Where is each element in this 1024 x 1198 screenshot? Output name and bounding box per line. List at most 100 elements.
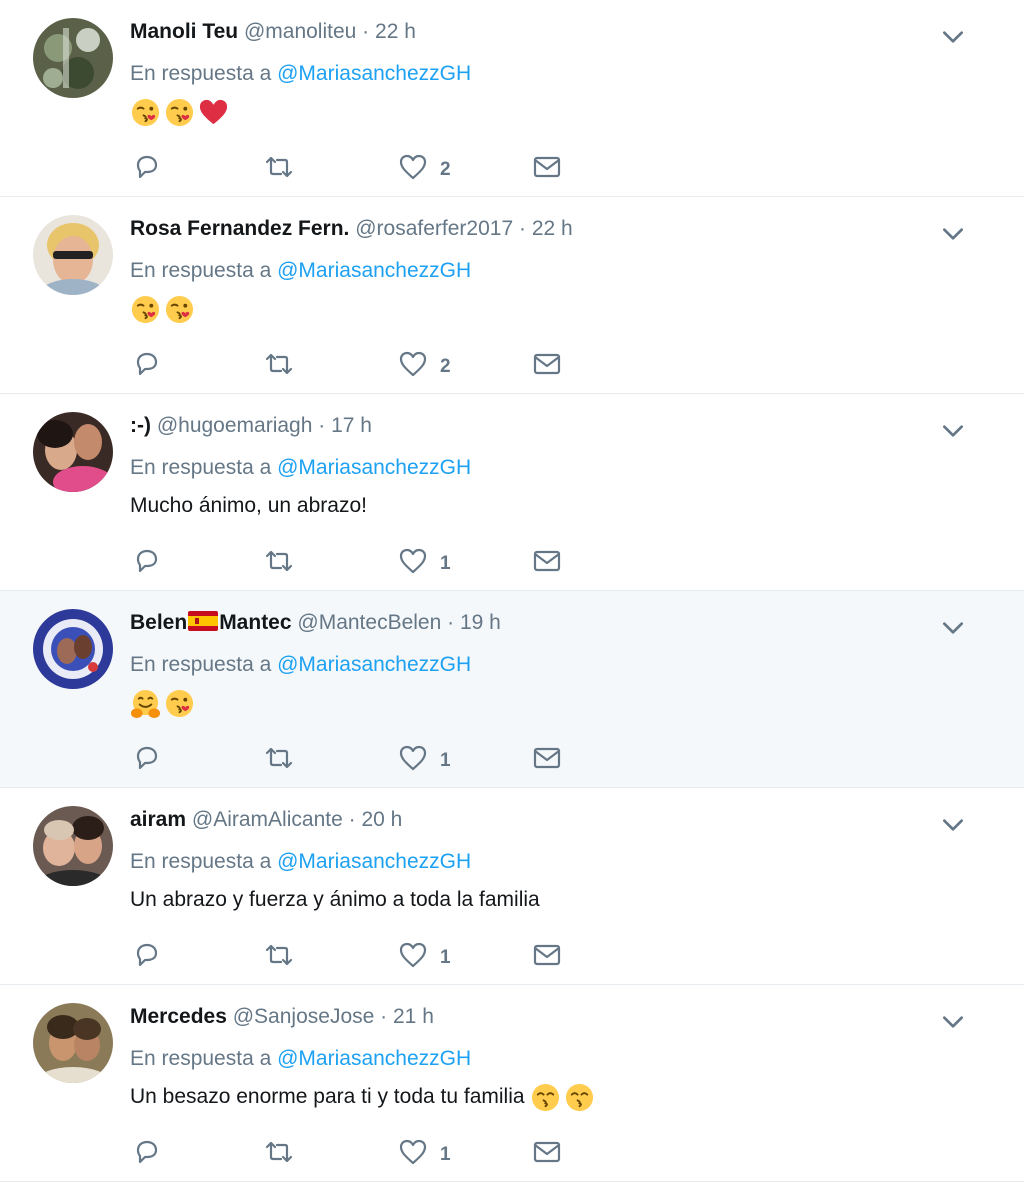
separator-dot: · (318, 414, 326, 437)
heart-icon (399, 351, 427, 377)
like-button[interactable]: 1 (398, 545, 451, 577)
timestamp[interactable]: 21 h (393, 1005, 434, 1028)
avatar[interactable] (33, 18, 113, 98)
retweet-button[interactable] (264, 939, 294, 971)
envelope-icon (533, 156, 561, 178)
hugging-face-icon (130, 689, 161, 718)
avatar[interactable] (33, 609, 113, 689)
reply-context: En respuesta a @MariasanchezzGH (130, 1045, 471, 1073)
timestamp[interactable]: 20 h (361, 808, 402, 831)
like-count: 1 (440, 750, 451, 771)
red-heart-icon (199, 99, 228, 125)
reply-icon (136, 746, 158, 770)
chevron-down-icon[interactable] (940, 24, 966, 50)
like-count: 2 (440, 356, 451, 377)
display-name[interactable]: Manoli Teu (130, 20, 238, 43)
display-name[interactable]: Belen Mantec (130, 611, 292, 634)
mention-link[interactable]: @MariasanchezzGH (277, 456, 471, 479)
face-blowing-kiss-icon (131, 98, 160, 127)
reply-icon (136, 549, 158, 573)
reply-icon (136, 155, 158, 179)
envelope-icon (533, 747, 561, 769)
kissing-face-smiling-eyes-icon (532, 1083, 560, 1112)
retweet-button[interactable] (264, 1136, 294, 1168)
display-name-part: Mantec (219, 611, 292, 634)
chevron-down-icon[interactable] (940, 221, 966, 247)
reply-context: En respuesta a @MariasanchezzGH (130, 651, 471, 679)
tweet[interactable]: Belen Mantec @MantecBelen · 19 h En respu… (0, 591, 1024, 788)
display-name[interactable]: :-) (130, 414, 151, 437)
like-button[interactable]: 2 (398, 151, 451, 183)
avatar[interactable] (33, 1003, 113, 1083)
reply-prefix: En respuesta a (130, 1047, 272, 1070)
envelope-icon (533, 944, 561, 966)
separator-dot: · (518, 217, 526, 240)
direct-message-button[interactable] (532, 1136, 562, 1168)
retweet-button[interactable] (264, 151, 294, 183)
reply-button[interactable] (132, 939, 162, 971)
timestamp[interactable]: 19 h (460, 611, 501, 634)
user-handle[interactable]: @SanjoseJose (233, 1005, 375, 1028)
chevron-down-icon[interactable] (940, 615, 966, 641)
timestamp[interactable]: 22 h (375, 20, 416, 43)
reply-button[interactable] (132, 545, 162, 577)
direct-message-button[interactable] (532, 545, 562, 577)
reply-button[interactable] (132, 348, 162, 380)
tweet[interactable]: :-) @hugoemariagh · 17 h En respuesta a … (0, 394, 1024, 591)
avatar[interactable] (33, 412, 113, 492)
tweet-text (130, 687, 195, 719)
retweet-button[interactable] (264, 742, 294, 774)
like-count: 1 (440, 947, 451, 968)
tweet-text (130, 293, 195, 325)
avatar[interactable] (33, 215, 113, 295)
tweet[interactable]: Manoli Teu @manoliteu · 22 h En respuest… (0, 0, 1024, 197)
retweet-icon (265, 353, 293, 375)
direct-message-button[interactable] (532, 939, 562, 971)
reply-button[interactable] (132, 151, 162, 183)
separator-dot: · (380, 1005, 388, 1028)
mention-link[interactable]: @MariasanchezzGH (277, 653, 471, 676)
direct-message-button[interactable] (532, 151, 562, 183)
tweet-text: Un besazo enorme para ti y toda tu famil… (130, 1081, 595, 1113)
like-count: 1 (440, 1144, 451, 1165)
user-handle[interactable]: @MantecBelen (297, 611, 441, 634)
timestamp[interactable]: 17 h (331, 414, 372, 437)
mention-link[interactable]: @MariasanchezzGH (277, 1047, 471, 1070)
retweet-button[interactable] (264, 545, 294, 577)
display-name[interactable]: Rosa Fernandez Fern. (130, 217, 349, 240)
timestamp[interactable]: 22 h (532, 217, 573, 240)
chevron-down-icon[interactable] (940, 418, 966, 444)
mention-link[interactable]: @MariasanchezzGH (277, 62, 471, 85)
envelope-icon (533, 353, 561, 375)
retweet-button[interactable] (264, 348, 294, 380)
mention-link[interactable]: @MariasanchezzGH (277, 850, 471, 873)
direct-message-button[interactable] (532, 348, 562, 380)
mention-link[interactable]: @MariasanchezzGH (277, 259, 471, 282)
display-name[interactable]: airam (130, 808, 186, 831)
direct-message-button[interactable] (532, 742, 562, 774)
tweet[interactable]: Rosa Fernandez Fern. @rosaferfer2017 · 2… (0, 197, 1024, 394)
like-button[interactable]: 2 (398, 348, 451, 380)
user-handle[interactable]: @rosaferfer2017 (355, 217, 513, 240)
user-handle[interactable]: @hugoemariagh (157, 414, 313, 437)
tweet-actions: 1 (130, 1136, 590, 1168)
like-button[interactable]: 1 (398, 939, 451, 971)
envelope-icon (533, 1141, 561, 1163)
reply-button[interactable] (132, 742, 162, 774)
like-button[interactable]: 1 (398, 1136, 451, 1168)
face-blowing-kiss-icon (165, 295, 194, 324)
retweet-icon (265, 944, 293, 966)
tweet[interactable]: airam @AiramAlicante · 20 h En respuesta… (0, 788, 1024, 985)
display-name[interactable]: Mercedes (130, 1005, 227, 1028)
like-button[interactable]: 1 (398, 742, 451, 774)
chevron-down-icon[interactable] (940, 812, 966, 838)
chevron-down-icon[interactable] (940, 1009, 966, 1035)
user-handle[interactable]: @manoliteu (244, 20, 356, 43)
retweet-icon (265, 550, 293, 572)
tweet-feed: Manoli Teu @manoliteu · 22 h En respuest… (0, 0, 1024, 1182)
avatar[interactable] (33, 806, 113, 886)
reply-button[interactable] (132, 1136, 162, 1168)
tweet[interactable]: Mercedes @SanjoseJose · 21 h En respuest… (0, 985, 1024, 1182)
user-handle[interactable]: @AiramAlicante (192, 808, 343, 831)
like-count: 2 (440, 159, 451, 180)
